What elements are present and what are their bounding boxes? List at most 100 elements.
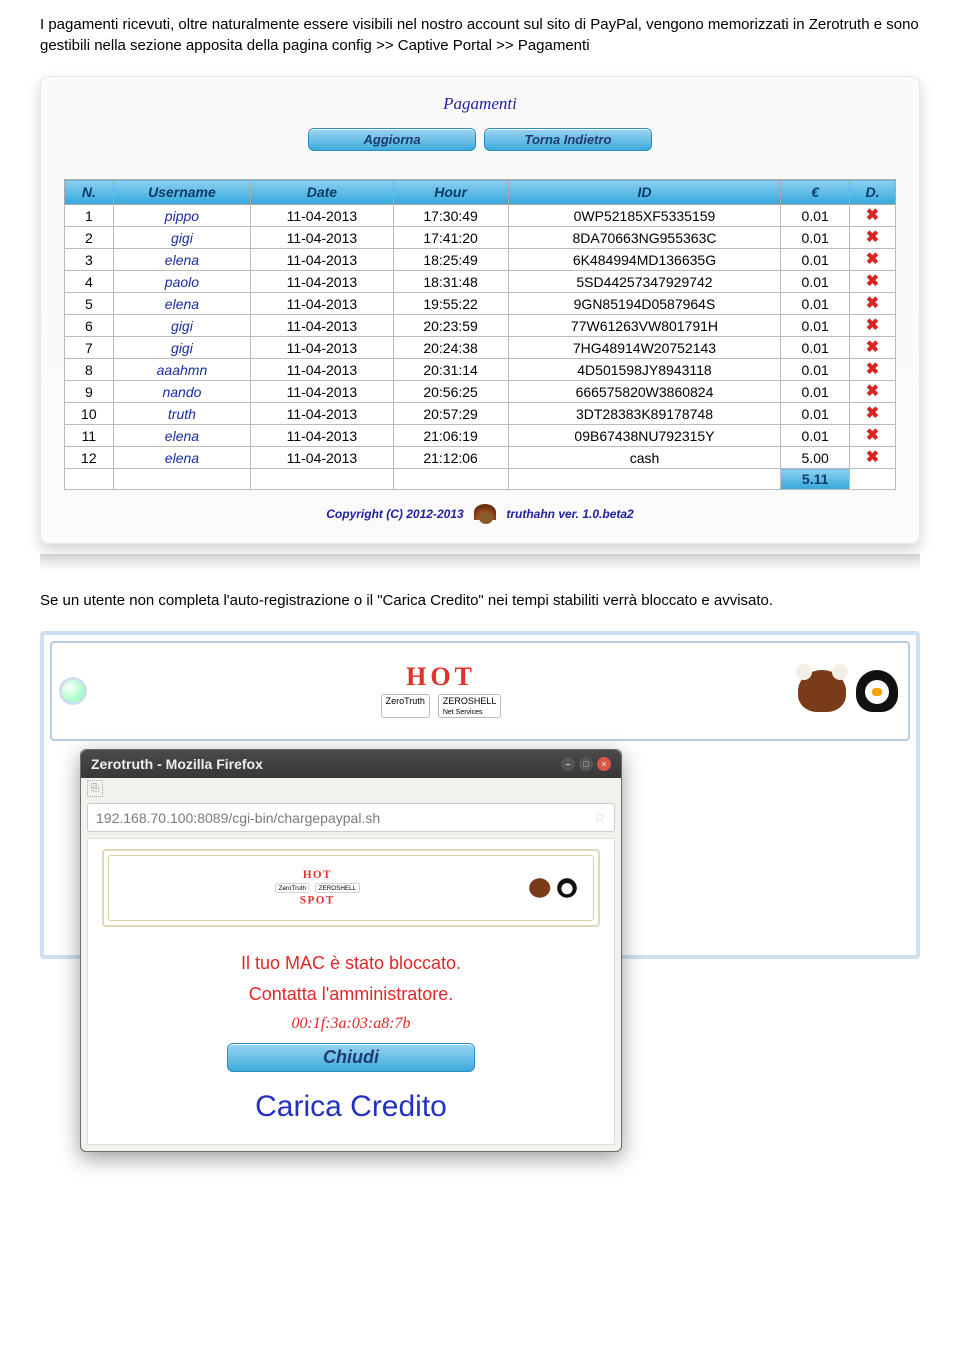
page-tab-icon[interactable]: ⎘	[87, 780, 103, 797]
delete-row-button[interactable]: ✖	[849, 293, 895, 315]
firefox-body: HOT ZeroTruth ZEROSHELL SPOT Il tuo MAC …	[87, 838, 615, 1145]
brand-zerotruth-mini: ZeroTruth	[275, 883, 309, 893]
popup-inner-panel: HOT ZeroTruth ZEROSHELL SPOT	[102, 849, 600, 927]
bookmark-star-icon[interactable]: ☆	[593, 809, 606, 826]
cell-eur: 0.01	[781, 271, 850, 293]
cell-id: 6K484994MD136635G	[508, 249, 781, 271]
cell-date: 11-04-2013	[251, 227, 393, 249]
cell-n: 2	[65, 227, 114, 249]
address-bar[interactable]: 192.168.70.100:8089/cgi-bin/chargepaypal…	[87, 803, 615, 832]
cell-eur: 0.01	[781, 403, 850, 425]
delete-x-icon: ✖	[866, 317, 879, 334]
cell-n: 9	[65, 381, 114, 403]
payments-panel: Pagamenti Aggiorna Torna Indietro N. Use…	[40, 76, 920, 544]
delete-row-button[interactable]: ✖	[849, 227, 895, 249]
hotspot-logo: HOT ZeroTruth ZEROSHELLNet Services	[381, 662, 502, 720]
payments-title: Pagamenti	[64, 94, 896, 114]
cell-username[interactable]: pippo	[113, 205, 251, 227]
cell-hour: 21:06:19	[393, 425, 508, 447]
col-n: N.	[65, 180, 114, 205]
delete-x-icon: ✖	[866, 295, 879, 312]
delete-row-button[interactable]: ✖	[849, 381, 895, 403]
panel-shadow	[40, 554, 920, 572]
cow-avatar-mini-icon	[529, 878, 550, 898]
delete-x-icon: ✖	[866, 383, 879, 400]
hotspot-header: HOT ZeroTruth ZEROSHELLNet Services	[50, 641, 910, 741]
delete-x-icon: ✖	[866, 427, 879, 444]
url-text: 192.168.70.100:8089/cgi-bin/chargepaypal…	[96, 810, 380, 826]
window-controls: – □ ×	[561, 757, 611, 771]
cell-date: 11-04-2013	[251, 447, 393, 469]
cell-date: 11-04-2013	[251, 205, 393, 227]
table-row: 11elena11-04-201321:06:1909B67438NU79231…	[65, 425, 896, 447]
table-row: 4paolo11-04-201318:31:485SD4425734792974…	[65, 271, 896, 293]
brand-zeroshell-mini: ZEROSHELL	[315, 883, 359, 893]
footer-copyright: Copyright (C) 2012-2013 truthahn ver. 1.…	[64, 490, 896, 540]
cell-n: 7	[65, 337, 114, 359]
cell-n: 3	[65, 249, 114, 271]
maximize-icon[interactable]: □	[579, 757, 593, 771]
cell-eur: 0.01	[781, 249, 850, 271]
cell-n: 10	[65, 403, 114, 425]
table-row: 8aaahmn11-04-201320:31:144D501598JY89431…	[65, 359, 896, 381]
col-delete: D.	[849, 180, 895, 205]
delete-row-button[interactable]: ✖	[849, 337, 895, 359]
firefox-window: Zerotruth - Mozilla Firefox – □ × ⎘ 192.…	[80, 749, 622, 1152]
cell-eur: 0.01	[781, 381, 850, 403]
cell-date: 11-04-2013	[251, 425, 393, 447]
close-icon[interactable]: ×	[597, 757, 611, 771]
delete-row-button[interactable]: ✖	[849, 271, 895, 293]
popup-hotspot-logo: HOT ZeroTruth ZEROSHELL SPOT	[275, 869, 360, 907]
logo-hot: HOT	[406, 662, 476, 692]
cell-username[interactable]: elena	[113, 447, 251, 469]
cell-hour: 17:41:20	[393, 227, 508, 249]
delete-row-button[interactable]: ✖	[849, 403, 895, 425]
minimize-icon[interactable]: –	[561, 757, 575, 771]
cell-hour: 18:31:48	[393, 271, 508, 293]
charge-credit-link[interactable]: Carica Credito	[102, 1090, 600, 1124]
cell-username[interactable]: aaahmn	[113, 359, 251, 381]
refresh-button[interactable]: Aggiorna	[308, 128, 476, 151]
cell-username[interactable]: paolo	[113, 271, 251, 293]
cell-hour: 17:30:49	[393, 205, 508, 227]
delete-row-button[interactable]: ✖	[849, 249, 895, 271]
cell-username[interactable]: elena	[113, 293, 251, 315]
cell-username[interactable]: truth	[113, 403, 251, 425]
cell-username[interactable]: gigi	[113, 315, 251, 337]
close-popup-button[interactable]: Chiudi	[227, 1043, 475, 1072]
brand-zerotruth: ZeroTruth	[381, 694, 430, 718]
cell-id: 5SD44257347929742	[508, 271, 781, 293]
back-button[interactable]: Torna Indietro	[484, 128, 652, 151]
cow-avatar-icon	[798, 670, 846, 712]
cell-username[interactable]: gigi	[113, 227, 251, 249]
col-date: Date	[251, 180, 393, 205]
col-username: Username	[113, 180, 251, 205]
delete-row-button[interactable]: ✖	[849, 315, 895, 337]
delete-row-button[interactable]: ✖	[849, 359, 895, 381]
firefox-titlebar: Zerotruth - Mozilla Firefox – □ ×	[81, 750, 621, 778]
cell-eur: 0.01	[781, 425, 850, 447]
delete-x-icon: ✖	[866, 207, 879, 224]
cell-username[interactable]: nando	[113, 381, 251, 403]
screenshot-stack: HOT ZeroTruth ZEROSHELLNet Services Zero…	[40, 631, 920, 1231]
col-hour: Hour	[393, 180, 508, 205]
cell-id: 0WP52185XF5335159	[508, 205, 781, 227]
brand-zeroshell: ZEROSHELLNet Services	[438, 694, 502, 718]
cell-eur: 0.01	[781, 293, 850, 315]
cell-id: 77W61263VW801791H	[508, 315, 781, 337]
payments-table: N. Username Date Hour ID € D. 1pippo11-0…	[64, 179, 896, 490]
delete-row-button[interactable]: ✖	[849, 205, 895, 227]
delete-row-button[interactable]: ✖	[849, 447, 895, 469]
cell-n: 8	[65, 359, 114, 381]
cell-username[interactable]: elena	[113, 249, 251, 271]
cell-eur: 5.00	[781, 447, 850, 469]
cell-username[interactable]: gigi	[113, 337, 251, 359]
delete-row-button[interactable]: ✖	[849, 425, 895, 447]
cell-date: 11-04-2013	[251, 381, 393, 403]
col-euro: €	[781, 180, 850, 205]
cell-hour: 18:25:49	[393, 249, 508, 271]
cell-id: 666575820W3860824	[508, 381, 781, 403]
copyright-text: Copyright (C) 2012-2013	[326, 507, 463, 521]
cell-eur: 0.01	[781, 227, 850, 249]
cell-username[interactable]: elena	[113, 425, 251, 447]
